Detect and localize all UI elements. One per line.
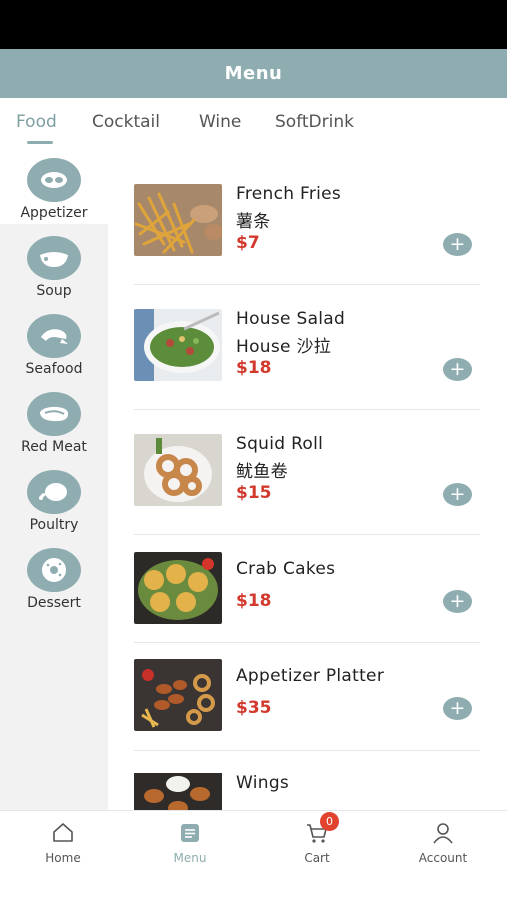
crab-cakes-photo (134, 552, 222, 624)
french-fries-photo (134, 184, 222, 256)
nav-menu[interactable]: Menu (145, 821, 235, 865)
status-bar (0, 0, 507, 49)
menu-item-squid-roll[interactable]: Squid Roll 鱿鱼卷 $15 + (134, 434, 480, 559)
add-to-cart-button[interactable]: + (443, 233, 472, 256)
nav-label: Home (45, 851, 81, 865)
category-label: Soup (36, 283, 72, 299)
item-name: Wings (236, 773, 290, 793)
nav-cart[interactable]: 0 Cart (272, 812, 362, 865)
tab-cocktail[interactable]: Cocktail (92, 112, 160, 132)
item-divider (134, 284, 480, 285)
wings-photo (134, 773, 222, 810)
item-price: $18 (236, 358, 272, 378)
shrimp-icon (27, 314, 81, 358)
house-salad-photo (134, 309, 222, 381)
page-title: Menu (224, 63, 283, 84)
item-name: House Salad (236, 309, 346, 329)
item-name: Appetizer Platter (236, 666, 385, 686)
category-label: Red Meat (21, 439, 87, 455)
appetizer-platter-photo (134, 659, 222, 731)
item-divider (134, 750, 480, 751)
category-label: Poultry (29, 517, 79, 533)
item-name: Squid Roll (236, 434, 324, 454)
item-subname: 鱿鱼卷 (236, 462, 288, 482)
category-appetizer[interactable]: Appetizer (0, 146, 108, 224)
item-price: $7 (236, 233, 260, 253)
item-name: French Fries (236, 184, 342, 204)
category-red-meat[interactable]: Red Meat (0, 380, 108, 458)
menu-tabs: Food Cocktail Wine SoftDrink (0, 98, 507, 146)
steak-icon (27, 392, 81, 436)
item-divider (134, 642, 480, 643)
menu-icon (178, 821, 202, 845)
add-to-cart-button[interactable]: + (443, 358, 472, 381)
add-to-cart-button[interactable]: + (443, 483, 472, 506)
category-label: Dessert (27, 595, 81, 611)
active-tab-indicator (27, 141, 53, 144)
nav-label: Menu (173, 851, 207, 865)
bottom-navigation: Home Menu 0 Cart Account (0, 810, 507, 901)
menu-item-french-fries[interactable]: French Fries 薯条 $7 + (134, 184, 480, 309)
title-bar: Menu (0, 49, 507, 98)
category-sidebar: Appetizer Soup Seafood Red Meat Poultry … (0, 146, 108, 810)
cart-count-badge: 0 (320, 812, 339, 831)
category-label: Seafood (25, 361, 83, 377)
tab-softdrink[interactable]: SoftDrink (275, 112, 354, 132)
add-to-cart-button[interactable]: + (443, 697, 472, 720)
category-seafood[interactable]: Seafood (0, 302, 108, 380)
tab-wine[interactable]: Wine (199, 112, 241, 132)
chicken-icon (27, 470, 81, 514)
item-price: $35 (236, 698, 272, 718)
menu-item-wings[interactable]: Wings (134, 773, 480, 810)
cart-icon: 0 (305, 812, 339, 845)
soup-bowl-icon (27, 236, 81, 280)
nav-label: Account (418, 851, 468, 865)
item-subname: House 沙拉 (236, 337, 332, 357)
home-icon (51, 821, 75, 845)
category-label: Appetizer (20, 205, 88, 221)
item-price: $18 (236, 591, 272, 611)
nav-label: Cart (304, 851, 330, 865)
add-to-cart-button[interactable]: + (443, 590, 472, 613)
category-soup[interactable]: Soup (0, 224, 108, 302)
category-dessert[interactable]: Dessert (0, 536, 108, 614)
donut-icon (27, 548, 81, 592)
nav-home[interactable]: Home (18, 821, 108, 865)
user-icon (431, 821, 455, 845)
item-divider (134, 534, 480, 535)
nav-account[interactable]: Account (398, 821, 488, 865)
item-price: $15 (236, 483, 272, 503)
item-name: Crab Cakes (236, 559, 336, 579)
item-divider (134, 409, 480, 410)
tab-food[interactable]: Food (16, 112, 57, 132)
category-poultry[interactable]: Poultry (0, 458, 108, 536)
sushi-roll-icon (27, 158, 81, 202)
menu-item-house-salad[interactable]: House Salad House 沙拉 $18 + (134, 309, 480, 434)
squid-roll-photo (134, 434, 222, 506)
item-subname: 薯条 (236, 212, 271, 232)
